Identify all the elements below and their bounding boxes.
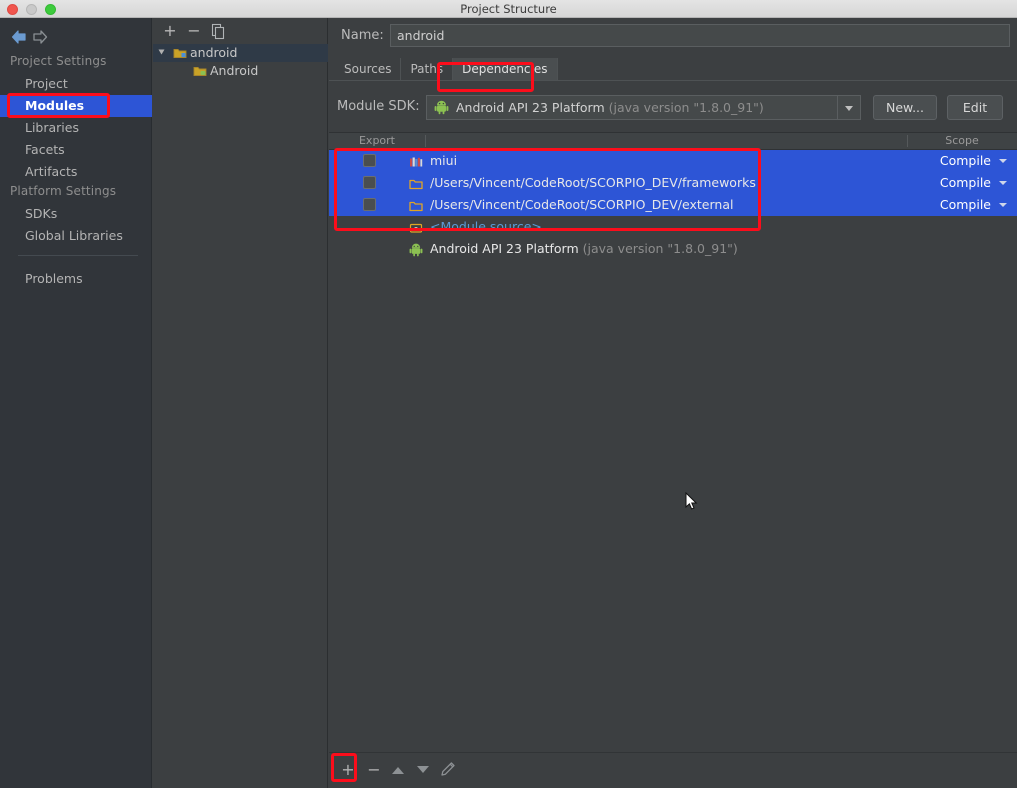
android-icon	[434, 100, 449, 119]
module-sdk-select[interactable]: Android API 23 Platform (java version "1…	[426, 95, 861, 120]
dependency-label: /Users/Vincent/CodeRoot/SCORPIO_DEV/exte…	[430, 197, 734, 212]
column-header-scope[interactable]: Scope	[907, 133, 1017, 149]
export-checkbox[interactable]	[363, 154, 376, 167]
tree-row-android-facet[interactable]: Android	[153, 62, 328, 80]
arrow-left-icon[interactable]	[9, 28, 29, 46]
sidebar-item-libraries[interactable]: Libraries	[0, 117, 152, 139]
sidebar-item-problems[interactable]: Problems	[0, 268, 152, 290]
window-title: Project Structure	[460, 2, 557, 16]
table-row[interactable]: /Users/Vincent/CodeRoot/SCORPIO_DEV/exte…	[329, 194, 1017, 216]
module-sdk-label: Module SDK:	[337, 99, 420, 114]
tab-paths[interactable]: Paths	[401, 58, 454, 81]
move-down-button[interactable]	[412, 759, 434, 781]
android-facet-icon	[193, 64, 207, 83]
edit-sdk-button[interactable]: Edit	[947, 95, 1003, 120]
column-separator[interactable]	[425, 135, 426, 147]
window-titlebar: Project Structure	[0, 0, 1017, 18]
tree-row-android-module[interactable]: android	[153, 44, 328, 62]
settings-sidebar: Project Settings Project Modules Librari…	[0, 18, 152, 788]
add-module-button[interactable]: +	[161, 22, 179, 40]
sidebar-item-modules[interactable]: Modules	[0, 95, 152, 117]
dependency-label: <Module source>	[430, 219, 542, 234]
sidebar-group-platform-settings: Platform Settings	[10, 184, 117, 198]
tabs-underline	[329, 80, 1017, 81]
arrow-right-icon[interactable]	[30, 28, 50, 46]
chevron-down-icon[interactable]	[999, 181, 1007, 185]
dependency-label: Android API 23 Platform (java version "1…	[430, 241, 738, 256]
move-up-button[interactable]	[387, 759, 409, 781]
dependency-label: /Users/Vincent/CodeRoot/SCORPIO_DEV/fram…	[430, 175, 756, 190]
dependencies-table: Export Scope miui Compile /Users/Vincent…	[329, 132, 1017, 758]
sidebar-divider	[18, 255, 138, 256]
module-tree-toolbar: + −	[153, 18, 328, 44]
android-icon	[409, 242, 423, 257]
dependency-scope[interactable]: Compile	[940, 194, 991, 216]
dependency-scope[interactable]: Compile	[940, 172, 991, 194]
sidebar-item-global-libraries[interactable]: Global Libraries	[0, 225, 152, 247]
module-source-icon	[409, 220, 423, 234]
new-sdk-button[interactable]: New...	[873, 95, 937, 120]
module-name-label: Name:	[341, 28, 384, 43]
tab-dependencies[interactable]: Dependencies	[453, 58, 558, 81]
library-icon	[409, 154, 423, 168]
sidebar-group-project-settings: Project Settings	[10, 54, 107, 68]
sidebar-nav	[0, 22, 152, 52]
module-tabs: Sources Paths Dependencies	[335, 56, 558, 81]
column-header-export[interactable]: Export	[329, 133, 425, 149]
module-editor-pane: Name: Sources Paths Dependencies Module …	[329, 18, 1017, 788]
add-dependency-button[interactable]: +	[337, 759, 359, 781]
table-row[interactable]: <Module source>	[329, 216, 1017, 238]
mouse-pointer	[685, 491, 699, 516]
module-sdk-value: Android API 23 Platform (java version "1…	[456, 100, 764, 115]
dependencies-table-header: Export Scope	[329, 133, 1017, 150]
chevron-down-icon[interactable]	[999, 159, 1007, 163]
dependency-label: miui	[430, 153, 458, 168]
sidebar-item-artifacts[interactable]: Artifacts	[0, 161, 152, 183]
module-tree-panel: + − android Android	[153, 18, 328, 788]
table-row[interactable]: miui Compile	[329, 150, 1017, 172]
chevron-down-icon[interactable]	[158, 49, 165, 55]
table-row[interactable]: /Users/Vincent/CodeRoot/SCORPIO_DEV/fram…	[329, 172, 1017, 194]
table-row[interactable]: Android API 23 Platform (java version "1…	[329, 238, 1017, 260]
tree-row-label: android	[190, 45, 238, 60]
sidebar-item-sdks[interactable]: SDKs	[0, 203, 152, 225]
chevron-down-icon[interactable]	[837, 96, 860, 119]
module-name-row: Name:	[329, 23, 1017, 51]
remove-module-button[interactable]: −	[185, 22, 203, 40]
project-structure-window: Project Structure Project Settings Proje…	[0, 0, 1017, 788]
folder-icon	[409, 198, 423, 212]
dependency-scope[interactable]: Compile	[940, 150, 991, 172]
folder-icon	[409, 176, 423, 190]
sidebar-item-project[interactable]: Project	[0, 73, 152, 95]
tab-sources[interactable]: Sources	[335, 58, 402, 81]
dependencies-toolbar: + −	[329, 752, 1017, 788]
remove-dependency-button[interactable]: −	[363, 759, 385, 781]
chevron-down-icon[interactable]	[999, 203, 1007, 207]
sidebar-item-facets[interactable]: Facets	[0, 139, 152, 161]
copy-module-icon[interactable]	[209, 22, 227, 40]
tree-row-label: Android	[210, 63, 259, 78]
edit-dependency-button[interactable]	[437, 759, 459, 781]
module-sdk-row: Module SDK: Android API 23 Platform (jav…	[329, 90, 1017, 124]
export-checkbox[interactable]	[363, 198, 376, 211]
export-checkbox[interactable]	[363, 176, 376, 189]
dependencies-table-body: miui Compile /Users/Vincent/CodeRoot/SCO…	[329, 150, 1017, 759]
module-name-input[interactable]	[390, 24, 1010, 47]
